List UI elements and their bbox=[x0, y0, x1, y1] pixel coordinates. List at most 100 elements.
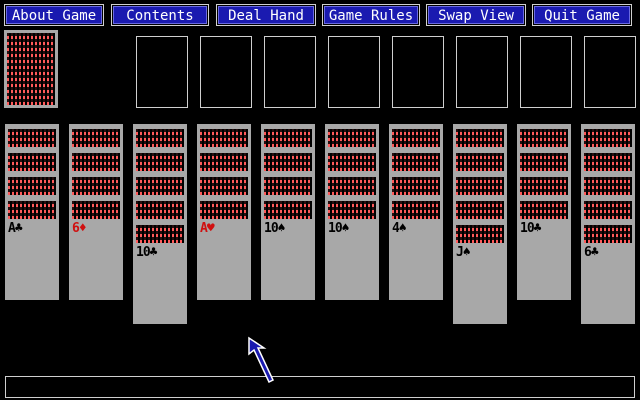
card-back-pattern bbox=[328, 201, 376, 219]
face-down-card bbox=[389, 196, 443, 222]
card-rank-suit: 10♠ bbox=[328, 221, 350, 236]
stock-pile[interactable] bbox=[4, 30, 58, 108]
face-down-card bbox=[5, 124, 59, 150]
face-up-card[interactable]: 10♠ bbox=[325, 220, 379, 300]
face-down-card bbox=[517, 196, 571, 222]
card-rank-suit: 10♠ bbox=[264, 221, 286, 236]
foundation-slot[interactable] bbox=[456, 36, 508, 108]
card-back-pattern bbox=[136, 153, 184, 171]
face-down-card bbox=[581, 148, 635, 174]
face-down-card bbox=[5, 148, 59, 174]
card-back-pattern bbox=[7, 33, 55, 105]
card-back-pattern bbox=[136, 129, 184, 147]
card-back-pattern bbox=[8, 153, 56, 171]
card-back-pattern bbox=[520, 129, 568, 147]
card-rank-suit: 10♣ bbox=[520, 221, 542, 236]
card-back-pattern bbox=[264, 129, 312, 147]
quit-game-button[interactable]: Quit Game bbox=[532, 4, 632, 26]
card-rank-suit: J♠ bbox=[456, 245, 471, 260]
face-down-card bbox=[517, 124, 571, 150]
card-back-pattern bbox=[520, 153, 568, 171]
face-up-card[interactable]: A♥ bbox=[197, 220, 251, 300]
card-back-pattern bbox=[72, 129, 120, 147]
face-down-card bbox=[261, 148, 315, 174]
card-back-pattern bbox=[456, 225, 504, 243]
card-back-pattern bbox=[264, 177, 312, 195]
face-down-card bbox=[389, 148, 443, 174]
card-back-pattern bbox=[520, 201, 568, 219]
face-down-card bbox=[581, 196, 635, 222]
foundation-slot[interactable] bbox=[200, 36, 252, 108]
foundation-slot[interactable] bbox=[520, 36, 572, 108]
game-rules-button[interactable]: Game Rules bbox=[322, 4, 420, 26]
face-down-card bbox=[133, 148, 187, 174]
card-back-pattern bbox=[72, 177, 120, 195]
face-up-card[interactable]: 6♦ bbox=[69, 220, 123, 300]
card-rank-suit: 10♣ bbox=[136, 245, 158, 260]
card-back-pattern bbox=[584, 129, 632, 147]
card-back-pattern bbox=[136, 225, 184, 243]
face-up-card[interactable]: 10♣ bbox=[517, 220, 571, 300]
face-up-card[interactable]: 6♣ bbox=[581, 244, 635, 324]
face-down-card bbox=[69, 124, 123, 150]
card-back-pattern bbox=[8, 129, 56, 147]
card-back-pattern bbox=[8, 201, 56, 219]
face-up-card[interactable]: 10♣ bbox=[133, 244, 187, 324]
face-down-card bbox=[261, 124, 315, 150]
face-down-card bbox=[453, 124, 507, 150]
foundation-slot[interactable] bbox=[584, 36, 636, 108]
face-down-card bbox=[133, 220, 187, 246]
face-up-card[interactable]: 10♠ bbox=[261, 220, 315, 300]
card-back-pattern bbox=[584, 201, 632, 219]
card-back-pattern bbox=[392, 201, 440, 219]
face-down-card bbox=[197, 148, 251, 174]
card-back-pattern bbox=[392, 129, 440, 147]
face-down-card bbox=[453, 220, 507, 246]
card-back-pattern bbox=[8, 177, 56, 195]
swap-view-button[interactable]: Swap View bbox=[426, 4, 526, 26]
foundation-slot[interactable] bbox=[264, 36, 316, 108]
card-back-pattern bbox=[264, 201, 312, 219]
face-down-card bbox=[5, 196, 59, 222]
card-back-pattern bbox=[136, 177, 184, 195]
face-down-card bbox=[261, 196, 315, 222]
deal-hand-button[interactable]: Deal Hand bbox=[216, 4, 316, 26]
face-down-card bbox=[197, 172, 251, 198]
card-back-pattern bbox=[392, 153, 440, 171]
card-back-pattern bbox=[200, 177, 248, 195]
menu-bar: About Game Contents Deal Hand Game Rules… bbox=[0, 4, 640, 28]
face-down-card bbox=[389, 124, 443, 150]
face-down-card bbox=[453, 196, 507, 222]
card-back-pattern bbox=[584, 153, 632, 171]
mouse-pointer-icon bbox=[248, 336, 274, 384]
card-back-pattern bbox=[456, 153, 504, 171]
about-game-button[interactable]: About Game bbox=[4, 4, 104, 26]
contents-button[interactable]: Contents bbox=[111, 4, 209, 26]
card-back-pattern bbox=[520, 177, 568, 195]
card-back-pattern bbox=[456, 177, 504, 195]
card-back-pattern bbox=[584, 225, 632, 243]
card-back-pattern bbox=[392, 177, 440, 195]
face-down-card bbox=[69, 196, 123, 222]
status-bar bbox=[5, 376, 635, 398]
card-back-pattern bbox=[328, 177, 376, 195]
face-down-card bbox=[261, 172, 315, 198]
face-up-card[interactable]: A♣ bbox=[5, 220, 59, 300]
card-rank-suit: A♥ bbox=[200, 221, 215, 236]
face-down-card bbox=[325, 124, 379, 150]
face-down-card bbox=[581, 172, 635, 198]
face-down-card bbox=[389, 172, 443, 198]
card-back-pattern bbox=[72, 153, 120, 171]
face-up-card[interactable]: 4♠ bbox=[389, 220, 443, 300]
face-down-card bbox=[453, 172, 507, 198]
face-down-card bbox=[453, 148, 507, 174]
face-down-card bbox=[197, 124, 251, 150]
face-up-card[interactable]: J♠ bbox=[453, 244, 507, 324]
foundation-slot[interactable] bbox=[392, 36, 444, 108]
foundation-slot[interactable] bbox=[328, 36, 380, 108]
card-back-pattern bbox=[264, 153, 312, 171]
card-back-pattern bbox=[328, 153, 376, 171]
face-down-card bbox=[325, 196, 379, 222]
foundation-slot[interactable] bbox=[136, 36, 188, 108]
face-down-card bbox=[69, 148, 123, 174]
